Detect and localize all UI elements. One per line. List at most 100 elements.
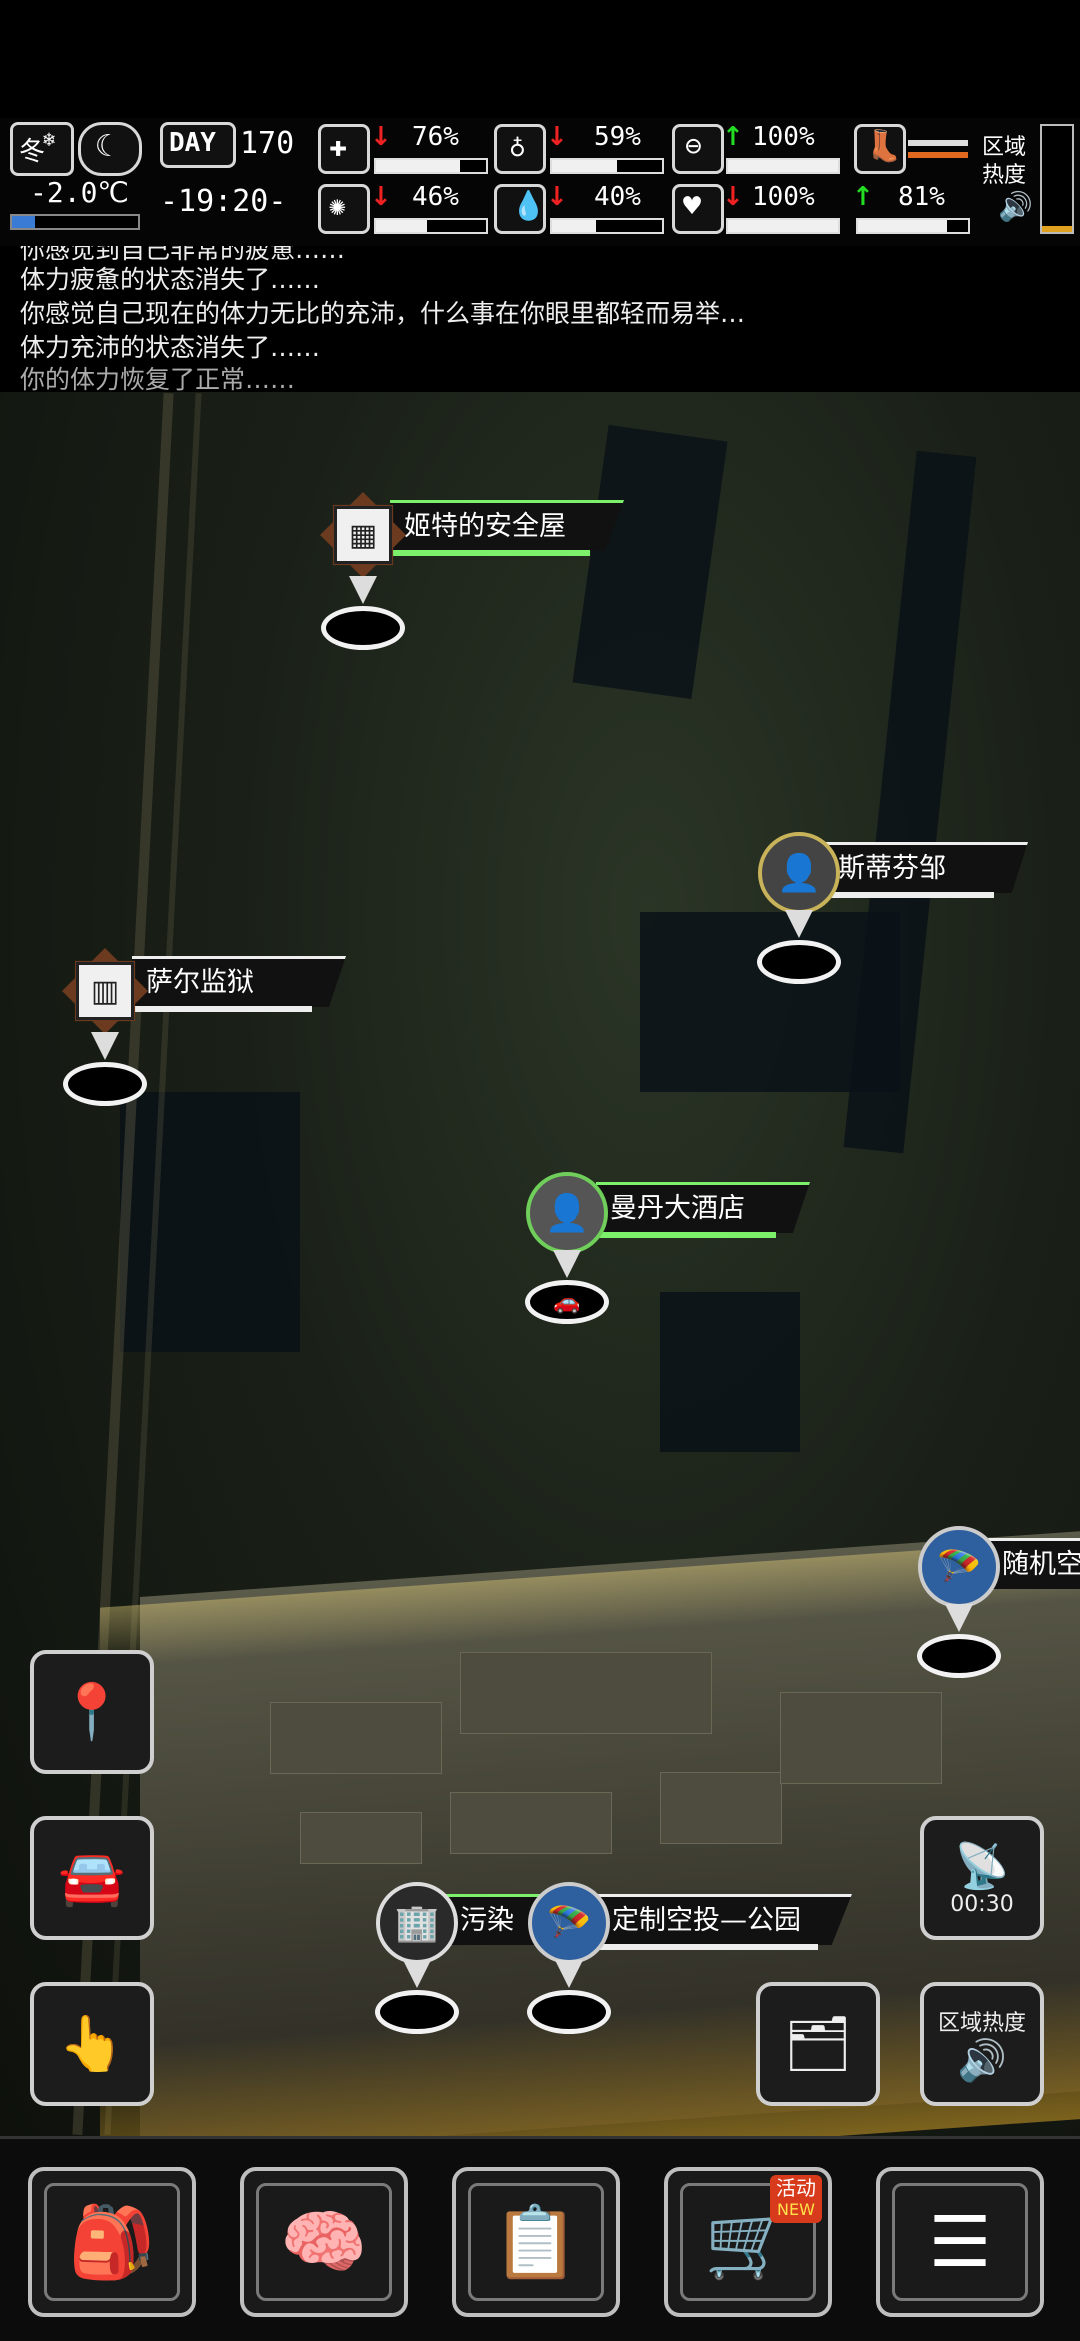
- interact-button[interactable]: 👆: [30, 1982, 154, 2106]
- menu-list-icon: ☰: [892, 2183, 1028, 2301]
- npc-portrait-icon: 👤: [758, 832, 840, 914]
- parachute-icon: 🪂: [528, 1882, 610, 1964]
- map-folder-button[interactable]: 🗂: [756, 1982, 880, 2106]
- stat-value: 40%: [594, 182, 641, 212]
- satellite-dish-icon: 📡: [954, 1840, 1010, 1892]
- pin-stem: [945, 1604, 973, 1632]
- stomach-icon: ♁: [494, 124, 546, 174]
- backpack-button[interactable]: 🎒: [28, 2167, 196, 2317]
- stat-value: 81%: [898, 182, 945, 212]
- zone-heat-meter: [1040, 124, 1074, 234]
- map-building: [270, 1702, 442, 1774]
- zone-heat-label: 区域热度: [982, 135, 1027, 188]
- folder-map-icon: 🗂: [783, 2012, 853, 2075]
- car-icon: 🚘: [58, 1846, 126, 1909]
- stat-bar: [726, 158, 840, 174]
- stat-value: 76%: [412, 122, 459, 152]
- pin-stem: [403, 1960, 431, 1988]
- pin-stem: [553, 1250, 581, 1278]
- parachute-icon: 🪂: [918, 1526, 1000, 1608]
- head-brain-icon: 🧠: [256, 2183, 392, 2301]
- car-icon: 🚗: [525, 1280, 609, 1324]
- brain-icon: ✺: [318, 184, 370, 234]
- stat-bar: [374, 218, 488, 234]
- day-value: 170: [240, 126, 295, 161]
- trend-down-icon: ↓: [546, 182, 568, 212]
- log-line: 你感觉自己现在的体力无比的充沛，什么事在你眼里都轻而易举…: [20, 299, 746, 328]
- stat-value: 100%: [752, 182, 815, 212]
- pin-stem: [91, 1032, 119, 1060]
- trend-down-icon: ↓: [370, 182, 392, 212]
- locate-player-button[interactable]: 📍: [30, 1650, 154, 1774]
- vehicle-button[interactable]: 🚘: [30, 1816, 154, 1940]
- pin-base: [63, 1062, 147, 1106]
- pin-stem: [349, 576, 377, 604]
- marker-label: 萨尔监狱: [132, 956, 346, 1007]
- label-underline: [390, 550, 590, 556]
- marker-label: 姬特的安全屋: [390, 500, 624, 551]
- menu-button[interactable]: ☰: [876, 2167, 1044, 2317]
- stat-value: 100%: [752, 122, 815, 152]
- log-line: 你的体力恢复了正常……: [20, 365, 296, 392]
- trend-down-icon: ↓: [722, 182, 744, 212]
- radar-button[interactable]: 📡 00:30: [920, 1816, 1044, 1940]
- shop-event-badge: 活动 NEW: [770, 2175, 822, 2223]
- stat-value: 59%: [594, 122, 641, 152]
- tap-arrow-icon: 👆: [58, 2012, 126, 2075]
- map-building: [450, 1792, 612, 1854]
- backpack-icon: 🎒: [44, 2183, 180, 2301]
- map-building: [300, 1812, 422, 1864]
- skills-button[interactable]: 🧠: [240, 2167, 408, 2317]
- stat-bar: [856, 218, 970, 234]
- pin-base: [375, 1990, 459, 2034]
- stat-value: 46%: [412, 182, 459, 212]
- stamina-line: [908, 140, 968, 146]
- season-label: 冬: [19, 137, 46, 167]
- pin-base: [757, 940, 841, 984]
- speaker-icon[interactable]: 🔊: [998, 190, 1033, 223]
- stat-bar: [726, 218, 840, 234]
- marker-label: 随机空: [988, 1538, 1080, 1589]
- pin-stem: [555, 1960, 583, 1988]
- log-line: 体力疲惫的状态消失了……: [20, 265, 321, 294]
- water-drop-icon: 💧: [494, 184, 546, 234]
- stat-bar: [550, 158, 664, 174]
- zone-heat-label: 区域热度: [937, 2010, 1026, 2036]
- zone-heat-button[interactable]: 区域热度 🔊: [920, 1982, 1044, 2106]
- medkit-icon: ✚: [318, 124, 370, 174]
- world-map[interactable]: 姬特的安全屋 ▦ 斯蒂芬邹 👤 萨尔监狱 ▥ 曼丹大酒店 👤 🚗 随机空 🪂 污…: [0, 392, 1080, 2136]
- map-building: [660, 1772, 782, 1844]
- heart-icon: ♥: [672, 184, 724, 234]
- radar-timer: 00:30: [950, 1891, 1014, 1917]
- npc-portrait-icon: 👤: [526, 1172, 608, 1254]
- label-underline: [596, 1232, 776, 1238]
- day-badge: DAY: [160, 122, 236, 168]
- stamina-line-orange: [908, 152, 968, 158]
- boot-icon: 👢: [854, 124, 906, 174]
- snowflake-icon: ❄: [43, 127, 56, 151]
- map-building: [460, 1652, 712, 1734]
- pin-base: [917, 1634, 1001, 1678]
- map-water: [640, 912, 900, 1092]
- label-underline: [132, 1006, 312, 1012]
- map-building: [780, 1692, 942, 1784]
- tasks-button[interactable]: 📋: [452, 2167, 620, 2317]
- moon-icon: ☾: [78, 122, 142, 176]
- badge-new-text: NEW: [777, 2200, 815, 2219]
- marker-label: 斯蒂芬邹: [824, 842, 1028, 893]
- status-bar: [0, 0, 1080, 118]
- log-line: 体力充沛的状态消失了……: [20, 333, 321, 362]
- locate-player-icon: 📍: [58, 1680, 126, 1743]
- trend-down-icon: ↓: [546, 122, 568, 152]
- marker-label: 曼丹大酒店: [596, 1182, 810, 1233]
- map-water: [660, 1292, 800, 1452]
- building-icon: 🏢: [376, 1882, 458, 1964]
- pill-icon: ⊖: [672, 124, 724, 174]
- message-log: 你感觉到自己非常的疲惫…… 体力疲惫的状态消失了…… 你感觉自己现在的体力无比的…: [0, 246, 1080, 392]
- trend-up-icon: ↑: [852, 182, 874, 212]
- bottom-nav: 🎒 🧠 📋 🛒 活动 NEW ☰: [0, 2136, 1080, 2341]
- stat-bar: [374, 158, 488, 174]
- pin-base: [527, 1990, 611, 2034]
- shop-button[interactable]: 🛒 活动 NEW: [664, 2167, 832, 2317]
- map-water: [572, 424, 728, 700]
